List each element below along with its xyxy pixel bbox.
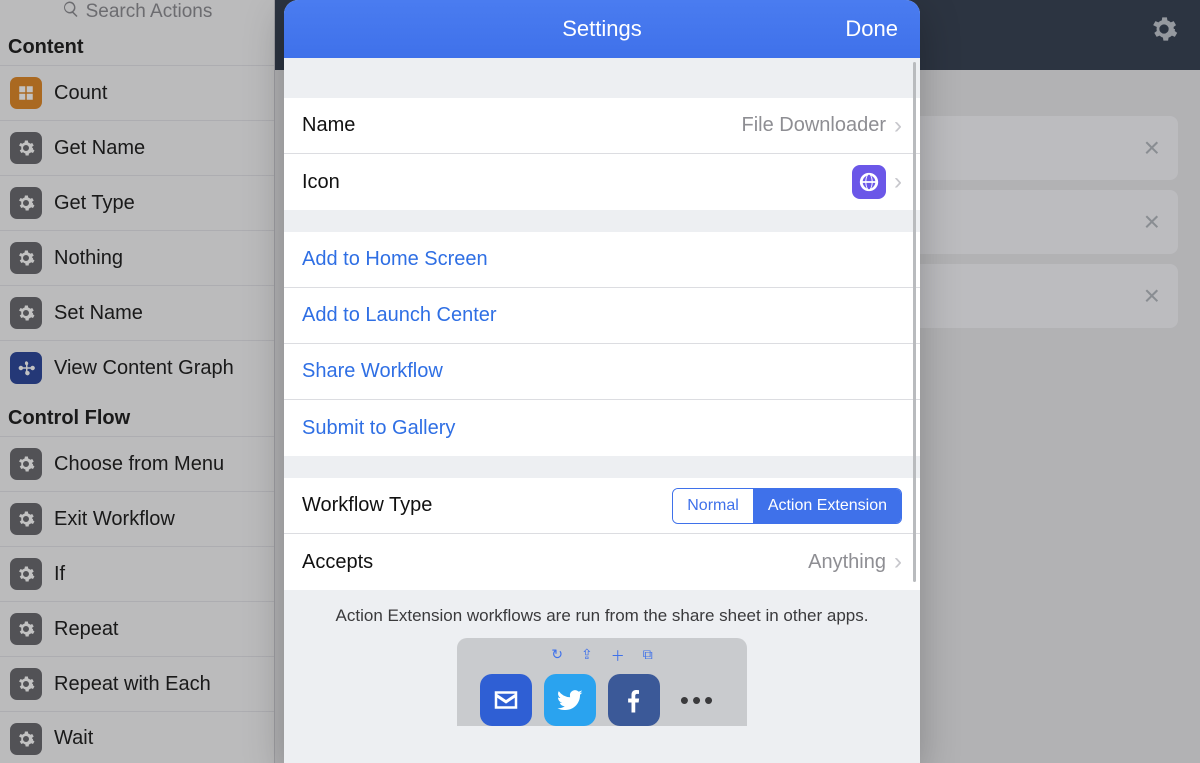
search-actions-field[interactable]: Search Actions: [0, 0, 274, 24]
sidebar-action-label: Exit Workflow: [54, 508, 175, 531]
sidebar-action-label: Set Name: [54, 302, 143, 325]
chevron-right-icon: ›: [894, 112, 902, 140]
settings-sheet: Settings Done Name File Downloader › Ico…: [284, 0, 920, 763]
share-icon: ⇪: [581, 646, 593, 666]
settings-gear-icon[interactable]: [1150, 15, 1178, 43]
sidebar-action-item[interactable]: Get Type: [0, 175, 274, 230]
sheet-header: Settings Done: [284, 0, 920, 58]
workflow-type-row: Workflow Type NormalAction Extension: [284, 478, 920, 534]
name-label: Name: [302, 114, 355, 137]
close-icon[interactable]: ×: [1144, 282, 1160, 310]
sidebar-action-item[interactable]: Nothing: [0, 230, 274, 285]
sidebar-section-header: Control Flow: [0, 395, 274, 436]
facebook-app-icon: [608, 674, 660, 726]
mini-toolbar: ↻ ⇪ ＋ ⧉: [467, 646, 737, 666]
sidebar-action-label: Count: [54, 82, 107, 105]
workflow-type-option[interactable]: Normal: [673, 489, 753, 523]
footer-note: Action Extension workflows are run from …: [284, 590, 920, 638]
share-sheet-illustration: ↻ ⇪ ＋ ⧉ •••: [457, 638, 747, 726]
plus-icon: ＋: [611, 646, 625, 666]
close-icon[interactable]: ×: [1144, 208, 1160, 236]
search-icon: [62, 0, 80, 24]
sidebar-action-item[interactable]: Repeat: [0, 601, 274, 656]
settings-action-link[interactable]: Add to Launch Center: [284, 288, 920, 344]
sidebar-section-header: Content: [0, 24, 274, 65]
sidebar-action-label: View Content Graph: [54, 357, 234, 380]
done-button[interactable]: Done: [845, 0, 898, 58]
settings-action-link[interactable]: Add to Home Screen: [284, 232, 920, 288]
sidebar-action-label: If: [54, 563, 65, 586]
sidebar-action-item[interactable]: Exit Workflow: [0, 491, 274, 546]
sidebar-action-item[interactable]: Repeat with Each: [0, 656, 274, 711]
sidebar-action-item[interactable]: Count: [0, 65, 274, 120]
sheet-title: Settings: [562, 16, 642, 42]
mail-app-icon: [480, 674, 532, 726]
gear-icon: [10, 723, 42, 755]
sidebar-action-label: Wait: [54, 727, 93, 750]
count-icon: [10, 77, 42, 109]
workflow-type-label: Workflow Type: [302, 494, 432, 517]
icon-row[interactable]: Icon ›: [284, 154, 920, 210]
refresh-icon: ↻: [551, 646, 563, 666]
sidebar-action-label: Nothing: [54, 247, 123, 270]
sidebar-action-item[interactable]: Choose from Menu: [0, 436, 274, 491]
name-value: File Downloader: [741, 114, 886, 137]
graph-icon: [10, 352, 42, 384]
search-placeholder: Search Actions: [86, 1, 213, 23]
accepts-label: Accepts: [302, 551, 373, 574]
chevron-right-icon: ›: [894, 548, 902, 576]
sidebar-action-item[interactable]: Wait: [0, 711, 274, 763]
gear-icon: [10, 668, 42, 700]
gear-icon: [10, 187, 42, 219]
workflow-type-segmented[interactable]: NormalAction Extension: [672, 488, 902, 524]
more-apps-icon: •••: [672, 674, 724, 726]
sheet-body[interactable]: Name File Downloader › Icon › Add to Hom…: [284, 58, 920, 763]
tabs-icon: ⧉: [643, 646, 653, 666]
scroll-indicator: [913, 62, 916, 582]
chevron-right-icon: ›: [894, 168, 902, 196]
workflow-type-option[interactable]: Action Extension: [753, 489, 901, 523]
gear-icon: [10, 613, 42, 645]
accepts-value: Anything: [808, 551, 886, 574]
accepts-row[interactable]: Accepts Anything ›: [284, 534, 920, 590]
sidebar-action-label: Get Type: [54, 192, 135, 215]
gear-icon: [10, 132, 42, 164]
sidebar-action-label: Repeat: [54, 618, 119, 641]
sidebar-action-label: Repeat with Each: [54, 673, 211, 696]
gear-icon: [10, 297, 42, 329]
globe-icon: [858, 171, 880, 193]
name-row[interactable]: Name File Downloader ›: [284, 98, 920, 154]
sidebar-action-label: Choose from Menu: [54, 453, 224, 476]
actions-sidebar: Search Actions Content Count Get Name Get T…: [0, 0, 275, 763]
gear-icon: [10, 558, 42, 590]
close-icon[interactable]: ×: [1144, 134, 1160, 162]
sidebar-action-item[interactable]: Get Name: [0, 120, 274, 175]
twitter-app-icon: [544, 674, 596, 726]
sidebar-action-item[interactable]: Set Name: [0, 285, 274, 340]
sidebar-action-item[interactable]: If: [0, 546, 274, 601]
sidebar-action-label: Get Name: [54, 137, 145, 160]
workflow-icon-preview: [852, 165, 886, 199]
settings-action-link[interactable]: Share Workflow: [284, 344, 920, 400]
gear-icon: [10, 503, 42, 535]
gear-icon: [10, 448, 42, 480]
icon-label: Icon: [302, 171, 340, 194]
settings-action-link[interactable]: Submit to Gallery: [284, 400, 920, 456]
sidebar-action-item[interactable]: View Content Graph: [0, 340, 274, 395]
gear-icon: [10, 242, 42, 274]
